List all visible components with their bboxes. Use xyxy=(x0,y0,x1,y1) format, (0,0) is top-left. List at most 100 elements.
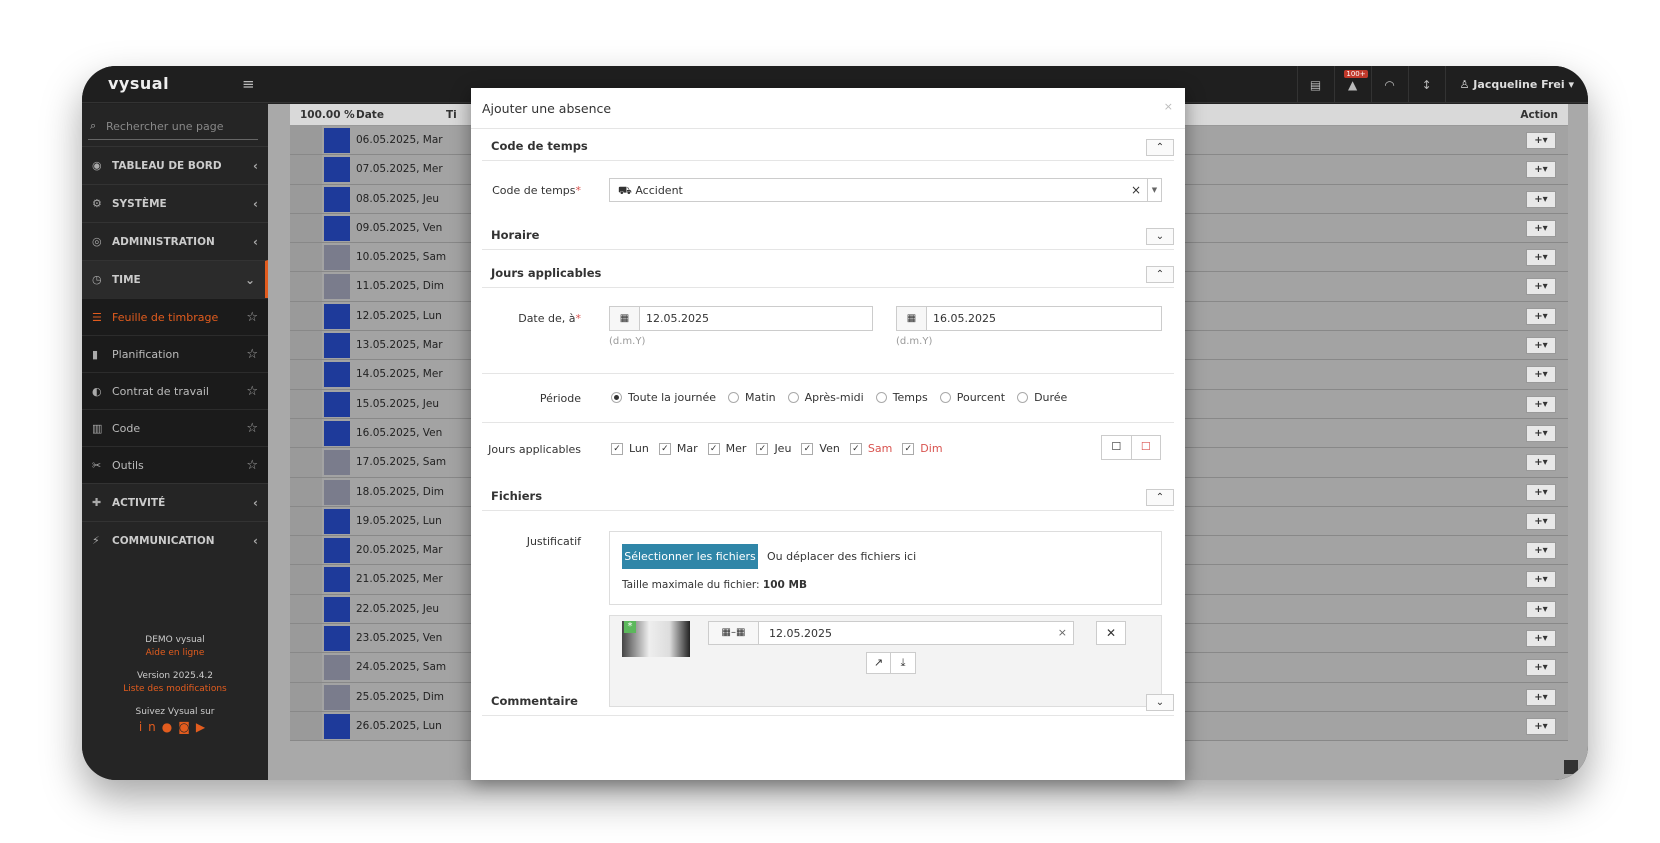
sidebar-subitem-timesheet[interactable]: ☰ Feuille de timbrage ☆ xyxy=(82,298,268,335)
date-from-input[interactable]: ▦ 12.05.2025 xyxy=(609,306,873,331)
file-dropzone[interactable]: Sélectionner les fichiers Ou déplacer de… xyxy=(609,531,1162,605)
row-action-button[interactable]: +▾ xyxy=(1526,249,1556,267)
collapse-toggle[interactable]: ⌃ xyxy=(1146,139,1174,156)
star-icon[interactable]: ☆ xyxy=(246,347,258,362)
linkedin-icon[interactable]: in xyxy=(139,720,162,734)
period-option-time[interactable]: Temps xyxy=(875,391,928,404)
sidebar-subitem-contract[interactable]: ◐ Contrat de travail ☆ xyxy=(82,372,268,409)
file-date-input[interactable]: ▦–▦ 12.05.2025 × xyxy=(708,621,1074,645)
day-checkbox[interactable]: ✓ Ven xyxy=(801,442,840,455)
sidebar-item-activity[interactable]: ✚ ACTIVITÉ ‹ xyxy=(82,483,268,521)
collapse-toggle[interactable]: ⌃ xyxy=(1146,489,1174,506)
menu-toggle-icon[interactable]: ≡ xyxy=(242,75,255,93)
search-input[interactable]: ⌕ Rechercher une page xyxy=(88,116,258,140)
row-action-button[interactable]: +▾ xyxy=(1526,278,1556,296)
facebook-icon[interactable]: ● xyxy=(162,720,178,734)
row-action-button[interactable]: +▾ xyxy=(1526,307,1556,325)
clear-icon[interactable]: × xyxy=(1052,622,1073,644)
help-link[interactable]: Aide en ligne xyxy=(82,647,268,660)
row-action-button[interactable]: +▾ xyxy=(1526,483,1556,501)
row-action-button[interactable]: +▾ xyxy=(1526,366,1556,384)
document-icon[interactable]: ▤ xyxy=(1296,66,1334,103)
collapse-toggle[interactable]: ⌄ xyxy=(1146,694,1174,711)
calendar-icon[interactable]: ▦ xyxy=(610,307,640,330)
caret-down-icon[interactable]: ▼ xyxy=(1147,179,1161,201)
day-bar xyxy=(324,538,350,564)
row-action-button[interactable]: +▾ xyxy=(1526,132,1556,149)
row-action-button[interactable]: +▾ xyxy=(1526,688,1556,706)
day-checkbox[interactable]: ✓ Lun xyxy=(611,442,649,455)
clear-icon[interactable]: × xyxy=(1131,183,1141,197)
changelog-link[interactable]: Liste des modifications xyxy=(82,683,268,696)
sidebar-item-administration[interactable]: ◎ ADMINISTRATION ‹ xyxy=(82,222,268,260)
notifications-icon[interactable]: ▲ 100+ xyxy=(1333,66,1371,103)
file-actions: ↗ ⤓ xyxy=(866,652,916,674)
row-action-button[interactable]: +▾ xyxy=(1526,571,1556,589)
download-icon[interactable]: ⤓ xyxy=(891,652,916,674)
clear-weekend-days-button[interactable]: ☐ xyxy=(1130,436,1161,459)
sidebar-item-dashboard[interactable]: ◉ TABLEAU DE BORD ‹ xyxy=(82,146,268,184)
day-checkbox[interactable]: ✓ Dim xyxy=(902,442,943,455)
resize-handle[interactable] xyxy=(1564,760,1578,774)
header-time[interactable]: Ti xyxy=(446,109,457,121)
row-action-button[interactable]: +▾ xyxy=(1526,190,1556,208)
period-option-afternoon[interactable]: Après-midi xyxy=(787,391,864,404)
row-action-button[interactable]: +▾ xyxy=(1526,219,1556,237)
row-action-button[interactable]: +▾ xyxy=(1526,395,1556,413)
star-icon[interactable]: ☆ xyxy=(246,421,258,436)
modal-header: Ajouter une absence × xyxy=(471,88,1185,129)
row-action-button[interactable]: +▾ xyxy=(1526,337,1556,355)
select-files-button[interactable]: Sélectionner les fichiers xyxy=(622,544,758,569)
star-icon[interactable]: ☆ xyxy=(246,458,258,473)
section-title: Fichiers xyxy=(491,489,543,503)
user-menu[interactable]: ♙ Jacqueline Frei ▾ xyxy=(1444,66,1588,103)
open-external-icon[interactable]: ↗ xyxy=(866,652,891,674)
check-icon: ✓ xyxy=(658,442,671,455)
header-date[interactable]: Date xyxy=(356,109,384,121)
calendar-range-icon[interactable]: ▦–▦ xyxy=(709,622,759,644)
collapse-toggle[interactable]: ⌃ xyxy=(1146,266,1174,283)
sidebar-subitem-planning[interactable]: ▮ Planification ☆ xyxy=(82,335,268,372)
star-icon[interactable]: ☆ xyxy=(246,310,258,325)
instagram-icon[interactable]: ◙ xyxy=(178,720,196,734)
app-logo[interactable]: vysual xyxy=(108,74,169,93)
row-action-button[interactable]: +▾ xyxy=(1526,717,1556,735)
close-icon[interactable]: × xyxy=(1164,100,1173,113)
vertical-arrows-icon[interactable]: ↕ xyxy=(1407,66,1445,103)
day-checkbox[interactable]: ✓ Sam xyxy=(849,442,892,455)
sidebar: ⌕ Rechercher une page ◉ TABLEAU DE BORD … xyxy=(82,104,268,780)
sidebar-subitem-tools[interactable]: ✂ Outils ☆ xyxy=(82,446,268,483)
row-action-button[interactable]: +▾ xyxy=(1526,542,1556,560)
file-thumbnail[interactable]: * xyxy=(622,621,690,657)
select-all-days-button[interactable]: ☐ xyxy=(1102,436,1131,459)
half-circle-icon: ◐ xyxy=(92,384,102,398)
collapse-toggle[interactable]: ⌄ xyxy=(1146,228,1174,245)
row-action-button[interactable]: +▾ xyxy=(1526,454,1556,472)
row-action-button[interactable]: +▾ xyxy=(1526,630,1556,648)
day-checkbox[interactable]: ✓ Mer xyxy=(707,442,746,455)
time-code-select[interactable]: ⛟ Accident × ▼ xyxy=(609,178,1162,202)
period-option-full-day[interactable]: Toute la journée xyxy=(611,391,716,404)
sidebar-item-system[interactable]: ⚙ SYSTÈME ‹ xyxy=(82,184,268,222)
sidebar-subitem-code[interactable]: ▥ Code ☆ xyxy=(82,409,268,446)
sidebar-item-communication[interactable]: ⚡ COMMUNICATION ‹ xyxy=(82,521,268,559)
row-action-button[interactable]: +▾ xyxy=(1526,161,1556,179)
row-action-button[interactable]: +▾ xyxy=(1526,600,1556,618)
row-action-button[interactable]: +▾ xyxy=(1526,659,1556,677)
period-option-duration[interactable]: Durée xyxy=(1017,391,1067,404)
row-action-button[interactable]: +▾ xyxy=(1526,424,1556,442)
star-icon[interactable]: ☆ xyxy=(246,384,258,399)
sidebar-item-time[interactable]: ◷ TIME ⌄ xyxy=(82,260,268,298)
row-action-button[interactable]: +▾ xyxy=(1526,512,1556,530)
day-checkbox[interactable]: ✓ Mar xyxy=(658,442,698,455)
remove-file-button[interactable]: ✕ xyxy=(1096,621,1126,645)
period-option-morning[interactable]: Matin xyxy=(728,391,776,404)
date-to-input[interactable]: ▦ 16.05.2025 xyxy=(896,306,1162,331)
day-checkbox[interactable]: ✓ Jeu xyxy=(756,442,791,455)
calendar-icon[interactable]: ▦ xyxy=(897,307,927,330)
chevron-down-icon: ⌄ xyxy=(1155,231,1165,242)
rss-icon[interactable]: ◠ xyxy=(1370,66,1408,103)
target-icon: ◎ xyxy=(92,235,102,248)
youtube-icon[interactable]: ▶ xyxy=(196,720,211,734)
period-option-percent[interactable]: Pourcent xyxy=(939,391,1005,404)
